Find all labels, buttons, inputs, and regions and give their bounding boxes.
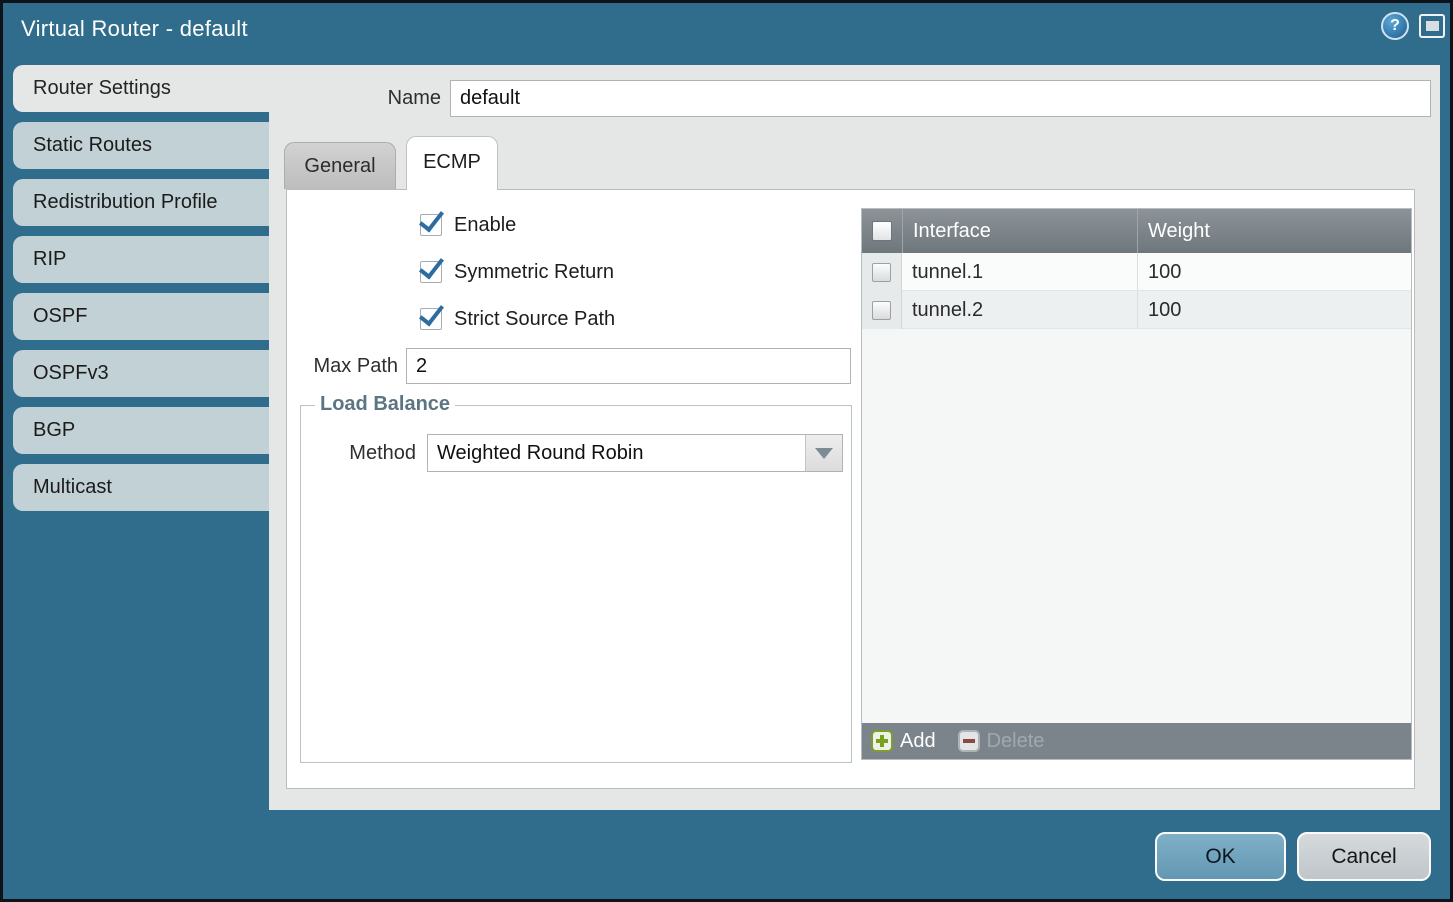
row-checkbox-cell — [862, 253, 902, 291]
plus-icon — [871, 730, 893, 752]
sidebar: Router Settings Static Routes Redistribu… — [13, 65, 269, 511]
virtual-router-dialog: Virtual Router - default ? Router Settin… — [0, 0, 1453, 902]
method-selected-value: Weighted Round Robin — [437, 435, 643, 471]
tab-ecmp[interactable]: ECMP — [406, 136, 498, 190]
table-header: Interface Weight — [862, 209, 1411, 253]
row-checkbox[interactable] — [872, 263, 891, 282]
column-header-weight[interactable]: Weight — [1137, 209, 1411, 253]
window-icon[interactable] — [1419, 14, 1445, 38]
tab-general[interactable]: General — [284, 142, 396, 189]
dialog-title: Virtual Router - default — [21, 16, 248, 42]
delete-button[interactable]: Delete — [958, 730, 1045, 753]
help-icon[interactable]: ? — [1381, 12, 1409, 40]
table-empty-area — [862, 329, 1411, 723]
select-all-checkbox[interactable] — [872, 221, 892, 241]
method-label: Method — [304, 442, 416, 465]
add-button[interactable]: Add — [871, 730, 936, 753]
enable-checkbox[interactable] — [420, 214, 442, 236]
sidebar-item-ospfv3[interactable]: OSPFv3 — [13, 350, 269, 397]
sidebar-item-ospf[interactable]: OSPF — [13, 293, 269, 340]
table-row[interactable]: tunnel.1 100 — [862, 253, 1411, 291]
cancel-button[interactable]: Cancel — [1297, 832, 1431, 881]
sidebar-item-rip[interactable]: RIP — [13, 236, 269, 283]
load-balance-group: Load Balance Method Weighted Round Robin — [300, 405, 852, 763]
name-input[interactable] — [450, 80, 1431, 117]
window-icon-inner — [1426, 21, 1439, 31]
load-balance-legend: Load Balance — [315, 393, 455, 416]
symmetric-return-label[interactable]: Symmetric Return — [454, 261, 614, 284]
strict-source-path-label[interactable]: Strict Source Path — [454, 308, 615, 331]
method-dropdown-button[interactable] — [805, 435, 842, 471]
sidebar-item-static-routes[interactable]: Static Routes — [13, 122, 269, 169]
strict-source-path-checkbox[interactable] — [420, 308, 442, 330]
enable-label[interactable]: Enable — [454, 214, 516, 237]
cell-weight: 100 — [1137, 291, 1411, 329]
row-checkbox[interactable] — [872, 301, 891, 320]
header-checkbox-cell — [862, 209, 902, 253]
chevron-down-icon — [815, 448, 833, 459]
table-footer: Add Delete — [862, 723, 1411, 759]
method-select[interactable]: Weighted Round Robin — [427, 434, 843, 472]
sidebar-item-multicast[interactable]: Multicast — [13, 464, 269, 511]
sidebar-item-router-settings[interactable]: Router Settings — [13, 65, 269, 112]
max-path-input[interactable] — [406, 348, 851, 384]
ok-button[interactable]: OK — [1155, 832, 1286, 881]
cell-weight: 100 — [1137, 253, 1411, 291]
name-label: Name — [343, 87, 441, 110]
sidebar-item-redistribution-profile[interactable]: Redistribution Profile — [13, 179, 269, 226]
cell-interface: tunnel.2 — [902, 291, 1137, 329]
symmetric-return-checkbox[interactable] — [420, 261, 442, 283]
table-row[interactable]: tunnel.2 100 — [862, 291, 1411, 329]
interface-weight-table: Interface Weight tunnel.1 100 tunnel.2 1… — [861, 208, 1412, 760]
add-button-label: Add — [900, 730, 936, 753]
cell-interface: tunnel.1 — [902, 253, 1137, 291]
minus-icon — [958, 730, 980, 752]
sidebar-item-bgp[interactable]: BGP — [13, 407, 269, 454]
max-path-label: Max Path — [283, 355, 398, 378]
row-checkbox-cell — [862, 291, 902, 329]
column-header-interface[interactable]: Interface — [902, 209, 1137, 253]
delete-button-label: Delete — [987, 730, 1045, 753]
